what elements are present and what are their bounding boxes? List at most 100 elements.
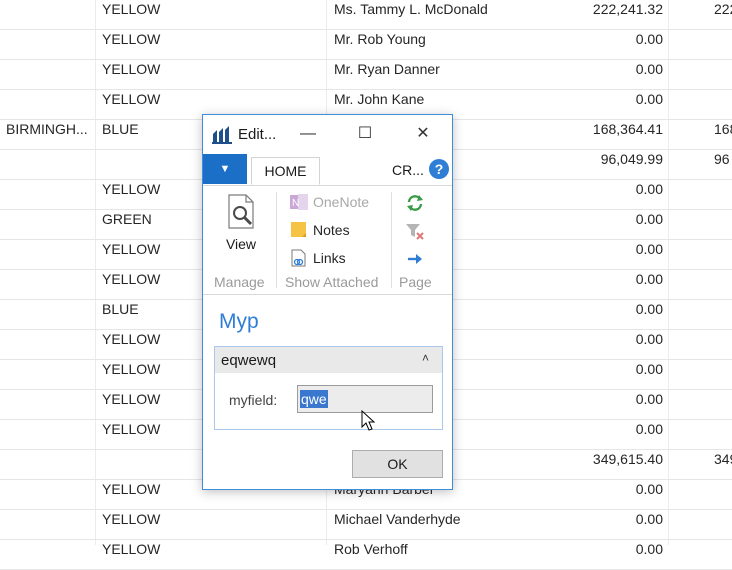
amount-cell: 0.00 (635, 421, 663, 437)
amount2-cell: 349 (714, 451, 732, 467)
amount-cell: 222,241.32 (592, 1, 663, 17)
clear-filter-icon[interactable] (405, 221, 425, 241)
app-logo-icon (212, 124, 232, 144)
city-cell (6, 480, 92, 510)
ribbon: View Manage N OneNote Notes Links Show A… (203, 186, 452, 295)
svg-text:N: N (292, 198, 299, 209)
amount2-cell (714, 210, 732, 240)
fasttab-caption: eqwewq (221, 352, 277, 369)
onenote-icon: N (290, 194, 308, 210)
city-cell (6, 90, 92, 120)
table-row[interactable]: YELLOW Michael Vanderhyde 0.00 (0, 510, 732, 540)
amount2-cell: 96 (714, 151, 730, 167)
city-cell (6, 330, 92, 360)
name-cell: Ms. Tammy L. McDonald (334, 1, 488, 17)
tab-cr[interactable]: CR... (392, 162, 424, 178)
dialog-title: Edit... (238, 126, 277, 143)
amount2-cell (714, 30, 732, 60)
amount-cell: 0.00 (635, 31, 663, 47)
manage-group-label: Manage (214, 274, 265, 290)
color-cell: YELLOW (102, 61, 161, 77)
amount-cell: 0.00 (635, 331, 663, 347)
ok-button[interactable]: OK (352, 450, 443, 478)
myfield-input[interactable]: qwe (297, 385, 433, 413)
city-cell: BIRMINGH... (6, 121, 88, 137)
amount-cell: 96,049.99 (600, 151, 663, 167)
city-cell (6, 60, 92, 90)
group-divider (391, 192, 392, 288)
amount2-cell (714, 420, 732, 450)
view-icon (228, 194, 254, 229)
city-cell (6, 0, 92, 30)
amount-cell: 0.00 (635, 91, 663, 107)
myfield-value: qwe (300, 390, 328, 408)
table-row[interactable]: YELLOW Mr. Ryan Danner 0.00 (0, 60, 732, 90)
next-arrow-icon[interactable] (405, 249, 425, 269)
city-cell (6, 180, 92, 210)
tab-home[interactable]: HOME (251, 157, 320, 185)
city-cell (6, 390, 92, 420)
name-cell: Mr. Ryan Danner (334, 61, 440, 77)
city-cell (6, 300, 92, 330)
table-row[interactable]: YELLOW Mr. Rob Young 0.00 (0, 30, 732, 60)
onenote-label: OneNote (313, 194, 370, 210)
app-menu-button[interactable]: ▼ (203, 154, 247, 184)
amount-cell: 0.00 (635, 481, 663, 497)
amount2-cell (714, 510, 732, 540)
color-cell: YELLOW (102, 31, 161, 47)
group-divider (276, 192, 277, 288)
amount-cell: 0.00 (635, 271, 663, 287)
amount2-cell (714, 480, 732, 510)
amount2-cell (714, 60, 732, 90)
view-button[interactable]: View (217, 194, 265, 254)
links-icon (291, 249, 306, 267)
view-label: View (225, 236, 257, 252)
amount2-cell: 222 (714, 1, 732, 17)
fasttab-group: eqwewq ˄ myfield: qwe (214, 346, 443, 430)
city-cell (6, 270, 92, 300)
fasttab-header[interactable]: eqwewq ˄ (215, 347, 442, 373)
amount-cell: 349,615.40 (592, 451, 663, 467)
amount2-cell (714, 390, 732, 420)
city-cell (6, 420, 92, 450)
show-attached-group-label: Show Attached (285, 274, 379, 290)
links-label: Links (313, 250, 346, 266)
amount2-cell (714, 270, 732, 300)
city-cell (6, 30, 92, 60)
color-cell: YELLOW (102, 511, 161, 527)
notes-label: Notes (313, 222, 350, 238)
amount2-cell (714, 300, 732, 330)
city-cell (6, 210, 92, 240)
city-cell (6, 150, 92, 180)
edit-dialog: Edit... — ☐ ✕ ▼ HOME CR... ? View Manage… (202, 114, 453, 490)
color-cell: YELLOW (102, 1, 161, 17)
amount2-cell (714, 240, 732, 270)
amount-cell: 0.00 (635, 391, 663, 407)
name-cell: Michael Vanderhyde (334, 511, 461, 527)
amount2-cell (714, 330, 732, 360)
notes-icon (291, 222, 306, 237)
city-cell (6, 240, 92, 270)
maximize-button[interactable]: ☐ (355, 124, 375, 144)
table-row[interactable]: YELLOW Ms. Tammy L. McDonald 222,241.32 222 (0, 0, 732, 30)
mouse-cursor-icon (361, 410, 375, 431)
amount-cell: 0.00 (635, 361, 663, 377)
minimize-button[interactable]: — (298, 124, 318, 144)
amount2-cell (714, 90, 732, 120)
page-group-label: Page (399, 274, 432, 290)
city-cell (6, 360, 92, 390)
amount-cell: 0.00 (635, 181, 663, 197)
amount-cell: 0.00 (635, 511, 663, 527)
amount-cell: 168,364.41 (592, 121, 663, 137)
amount2-cell (714, 360, 732, 390)
amount2-cell: 168 (714, 121, 732, 137)
dialog-titlebar[interactable]: Edit... — ☐ ✕ (203, 115, 452, 153)
close-button[interactable]: ✕ (413, 124, 433, 144)
ribbon-tabs: ▼ HOME CR... ? (203, 154, 452, 186)
amount-cell: 0.00 (635, 61, 663, 77)
amount-cell: 0.00 (635, 211, 663, 227)
chevron-up-icon[interactable]: ˄ (422, 351, 429, 365)
refresh-icon[interactable] (405, 193, 425, 213)
city-cell (6, 450, 92, 480)
help-icon[interactable]: ? (429, 159, 449, 179)
